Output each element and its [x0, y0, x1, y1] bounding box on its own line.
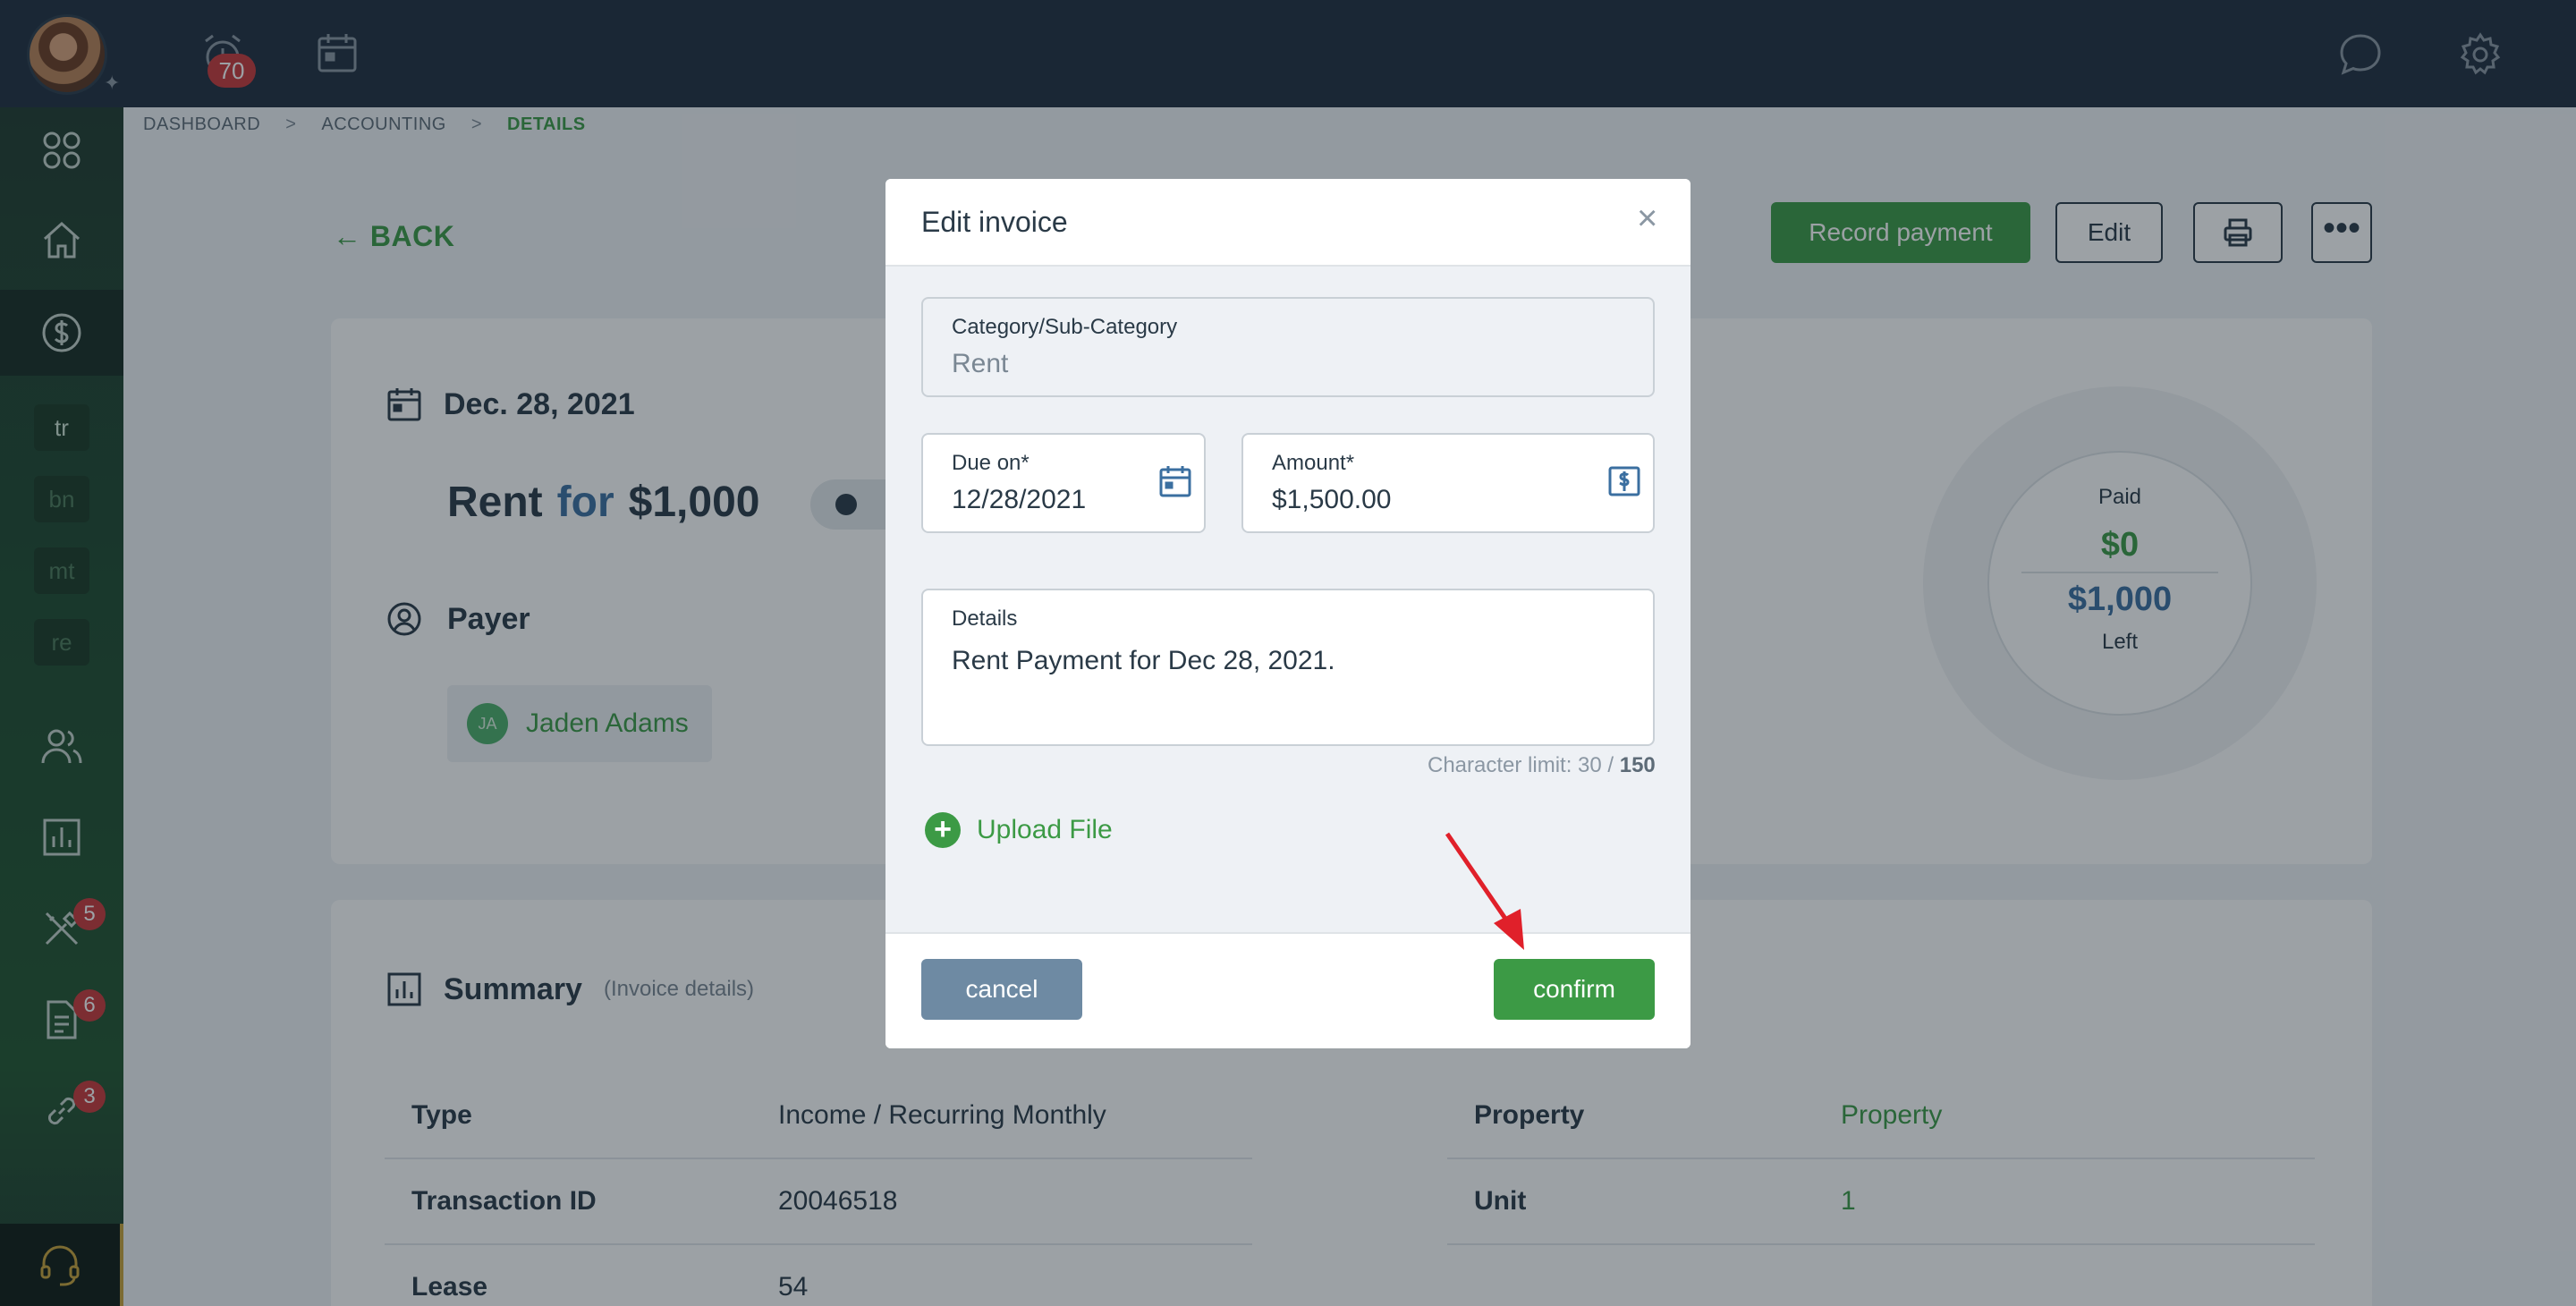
- plus-circle-icon: +: [925, 812, 961, 848]
- category-label: Category/Sub-Category: [952, 315, 1178, 339]
- confirm-button[interactable]: confirm: [1494, 959, 1655, 1020]
- category-field: Category/Sub-Category Rent: [921, 297, 1655, 397]
- category-value: Rent: [952, 349, 1009, 378]
- details-label: Details: [952, 606, 1018, 631]
- upload-file-label: Upload File: [977, 815, 1113, 844]
- due-date-label: Due on*: [952, 451, 1030, 475]
- annotation-arrow-icon: [1445, 832, 1524, 950]
- upload-file-button[interactable]: + Upload File: [925, 812, 1113, 848]
- calendar-icon[interactable]: [1157, 463, 1193, 499]
- due-date-field[interactable]: Due on* 12/28/2021: [921, 433, 1206, 533]
- modal-title: Edit invoice: [921, 206, 1068, 238]
- amount-label: Amount*: [1272, 451, 1355, 475]
- details-value: Rent Payment for Dec 28, 2021.: [952, 646, 1335, 675]
- amount-field[interactable]: Amount* $1,500.00: [1241, 433, 1655, 533]
- amount-value: $1,500.00: [1272, 485, 1392, 514]
- char-limit-prefix: Character limit: 30 /: [1428, 753, 1620, 777]
- close-icon[interactable]: ×: [1637, 199, 1657, 239]
- modal-header: Edit invoice ×: [886, 179, 1690, 267]
- cancel-button[interactable]: cancel: [921, 959, 1082, 1020]
- due-date-value: 12/28/2021: [952, 485, 1087, 514]
- character-limit: Character limit: 30 / 150: [1428, 753, 1656, 778]
- details-field[interactable]: Details Rent Payment for Dec 28, 2021.: [921, 589, 1655, 746]
- char-limit-max: 150: [1619, 753, 1656, 777]
- currency-icon: [1608, 466, 1640, 496]
